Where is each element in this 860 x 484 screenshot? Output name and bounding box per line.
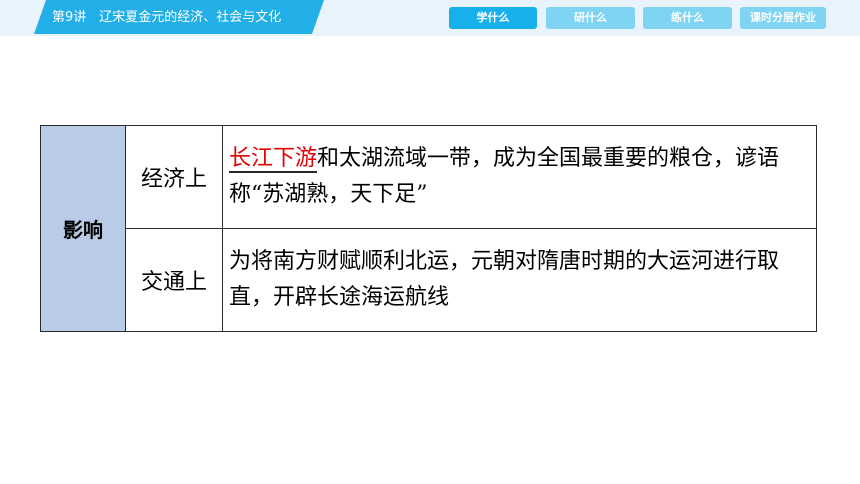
tab-learn-what[interactable]: 学什么: [449, 7, 537, 29]
highlight-text: 长江下游: [229, 146, 318, 173]
tab-study-what[interactable]: 研什么: [546, 7, 635, 29]
heading-cell: 影响: [40, 125, 126, 332]
category-cell: 经济上: [125, 125, 223, 229]
tab-homework[interactable]: 课时分层作业: [740, 7, 826, 29]
tab-practice-what[interactable]: 练什么: [643, 7, 732, 29]
content-cell: 长江下游和太湖流域一带，成为全国最重要的粮仓，谚语称“苏湖熟，天下足”: [222, 125, 817, 229]
table-row: 交通上 为将南方财赋顺利北运，元朝对隋唐时期的大运河进行取直，开辟长途海运航线: [41, 228, 817, 332]
content-table: 影响 经济上 长江下游和太湖流域一带，成为全国最重要的粮仓，谚语称“苏湖熟，天下…: [40, 125, 817, 332]
top-bar: 第9讲 辽宋夏金元的经济、社会与文化 学什么 研什么 练什么 课时分层作业: [0, 0, 860, 36]
content-cell: 为将南方财赋顺利北运，元朝对隋唐时期的大运河进行取直，开辟长途海运航线: [222, 228, 817, 332]
category-cell: 交通上: [125, 228, 223, 332]
table-row: 影响 经济上 长江下游和太湖流域一带，成为全国最重要的粮仓，谚语称“苏湖熟，天下…: [40, 125, 817, 332]
content-text: 为将南方财赋顺利北运，元朝对隋唐时期的大运河进行取直，开辟长途海运航线: [229, 249, 780, 310]
lesson-title: 第9讲 辽宋夏金元的经济、社会与文化: [52, 10, 282, 25]
